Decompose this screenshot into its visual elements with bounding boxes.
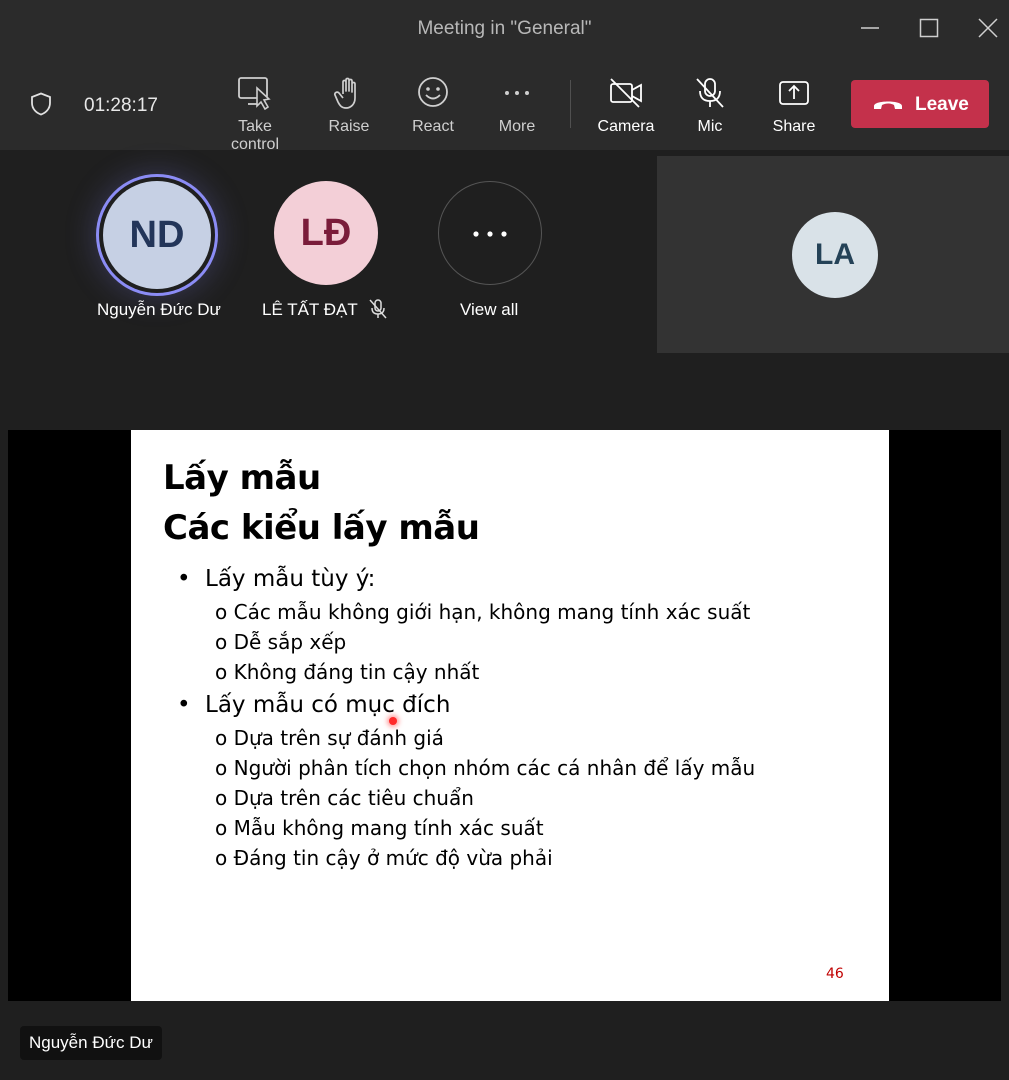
smiley-icon	[418, 77, 448, 107]
more-icon	[473, 231, 507, 237]
slide-page-number: 46	[826, 966, 844, 982]
mic-label: Mic	[697, 118, 723, 135]
sub-bullet-glyph: o	[215, 816, 228, 840]
sub-bullet-text: Dựa trên các tiêu chuẩn	[233, 786, 474, 810]
shared-screen: Lấy mẫu Các kiểu lấy mẫu • Lấy mẫu tùy ý…	[8, 430, 1001, 1001]
take-control-icon	[238, 77, 271, 110]
take-control-label: Take control	[230, 118, 280, 153]
avatar-nguyen-duc-du[interactable]: ND	[103, 181, 211, 289]
react-label: React	[412, 118, 454, 135]
camera-label: Camera	[597, 118, 655, 135]
share-button[interactable]: Share	[751, 72, 837, 140]
participant-name: LÊ TẤT ĐẠT	[262, 300, 358, 319]
sub-bullet-text: Người phân tích chọn nhóm các cá nhân để…	[233, 756, 756, 780]
take-control-button[interactable]: Take control	[212, 72, 298, 153]
hang-up-icon	[874, 101, 902, 109]
sub-bullet-item: o Không đáng tin cậy nhất	[215, 660, 479, 684]
sub-bullet-glyph: o	[215, 630, 228, 654]
view-all-button[interactable]	[438, 181, 542, 285]
raise-hand-icon	[333, 77, 356, 109]
mic-muted-icon	[369, 299, 387, 319]
sub-bullet-glyph: o	[215, 846, 228, 870]
share-icon	[779, 81, 809, 105]
sub-bullet-text: Các mẫu không giới hạn, không mang tính …	[233, 600, 751, 624]
avatar-la: LA	[792, 212, 878, 298]
bullet-glyph: •	[177, 692, 191, 718]
sub-bullet-item: o Các mẫu không giới hạn, không mang tín…	[215, 600, 750, 624]
raise-hand-button[interactable]: Raise	[306, 72, 392, 140]
sub-bullet-glyph: o	[215, 660, 228, 684]
more-label: More	[498, 118, 536, 135]
title-bar: Meeting in "General"	[0, 0, 1009, 60]
camera-off-icon	[610, 78, 642, 108]
bullet-text: Lấy mẫu có mục đích	[205, 692, 451, 718]
slide-title: Lấy mẫu	[163, 458, 321, 498]
close-icon	[978, 18, 998, 38]
sub-bullet-glyph: o	[215, 756, 228, 780]
more-button[interactable]: More	[474, 72, 560, 140]
view-all-label: View all	[460, 300, 519, 319]
sub-bullet-item: o Đáng tin cậy ở mức độ vừa phải	[215, 846, 553, 870]
participant-name: Nguyễn Đức Dư	[97, 300, 221, 319]
leave-label: Leave	[915, 94, 969, 115]
presenter-name-label: Nguyễn Đức Dư	[20, 1026, 162, 1060]
react-button[interactable]: React	[390, 72, 476, 140]
bullet-item: • Lấy mẫu tùy ý:	[177, 566, 376, 592]
bullet-glyph: •	[177, 566, 191, 592]
sub-bullet-item: o Người phân tích chọn nhóm các cá nhân …	[215, 756, 755, 780]
participants-strip: ND Nguyễn Đức Dư LĐ LÊ TẤT ĐẠT View all …	[0, 150, 1009, 358]
toolbar-divider	[570, 80, 571, 128]
maximize-button[interactable]	[909, 10, 949, 46]
presentation-slide: Lấy mẫu Các kiểu lấy mẫu • Lấy mẫu tùy ý…	[131, 430, 889, 1001]
mic-button[interactable]: Mic	[667, 72, 753, 140]
avatar-le-tat-dat[interactable]: LĐ	[274, 181, 378, 285]
sub-bullet-item: o Mẫu không mang tính xác suất	[215, 816, 544, 840]
meeting-toolbar: 01:28:17 Take control Raise React More C…	[0, 60, 1009, 153]
sub-bullet-glyph: o	[215, 600, 228, 624]
participant-tile-la[interactable]: LA	[657, 156, 1009, 353]
shield-icon[interactable]	[30, 92, 52, 116]
sub-bullet-item: o Dễ sắp xếp	[215, 630, 346, 654]
leave-button[interactable]: Leave	[851, 80, 989, 128]
minimize-button[interactable]	[850, 10, 890, 46]
slide-subtitle: Các kiểu lấy mẫu	[163, 508, 480, 548]
sub-bullet-glyph: o	[215, 726, 228, 750]
raise-label: Raise	[328, 118, 370, 135]
share-label: Share	[772, 118, 816, 135]
more-icon	[505, 91, 529, 95]
bullet-text: Lấy mẫu tùy ý:	[205, 566, 376, 592]
bullet-item: • Lấy mẫu có mục đích	[177, 692, 451, 718]
sub-bullet-item: o Dựa trên sự đánh giá	[215, 726, 444, 750]
meeting-timer: 01:28:17	[84, 95, 158, 116]
sub-bullet-text: Dễ sắp xếp	[233, 630, 347, 654]
sub-bullet-text: Không đáng tin cậy nhất	[233, 660, 480, 684]
minimize-icon	[861, 27, 879, 29]
close-button[interactable]	[968, 10, 1008, 46]
sub-bullet-text: Đáng tin cậy ở mức độ vừa phải	[233, 846, 553, 870]
laser-pointer	[389, 717, 397, 725]
maximize-icon	[919, 18, 939, 38]
sub-bullet-text: Mẫu không mang tính xác suất	[233, 816, 544, 840]
sub-bullet-item: o Dựa trên các tiêu chuẩn	[215, 786, 474, 810]
camera-button[interactable]: Camera	[583, 72, 669, 140]
sub-bullet-glyph: o	[215, 786, 228, 810]
sub-bullet-text: Dựa trên sự đánh giá	[233, 726, 444, 750]
mic-off-icon	[696, 78, 724, 108]
